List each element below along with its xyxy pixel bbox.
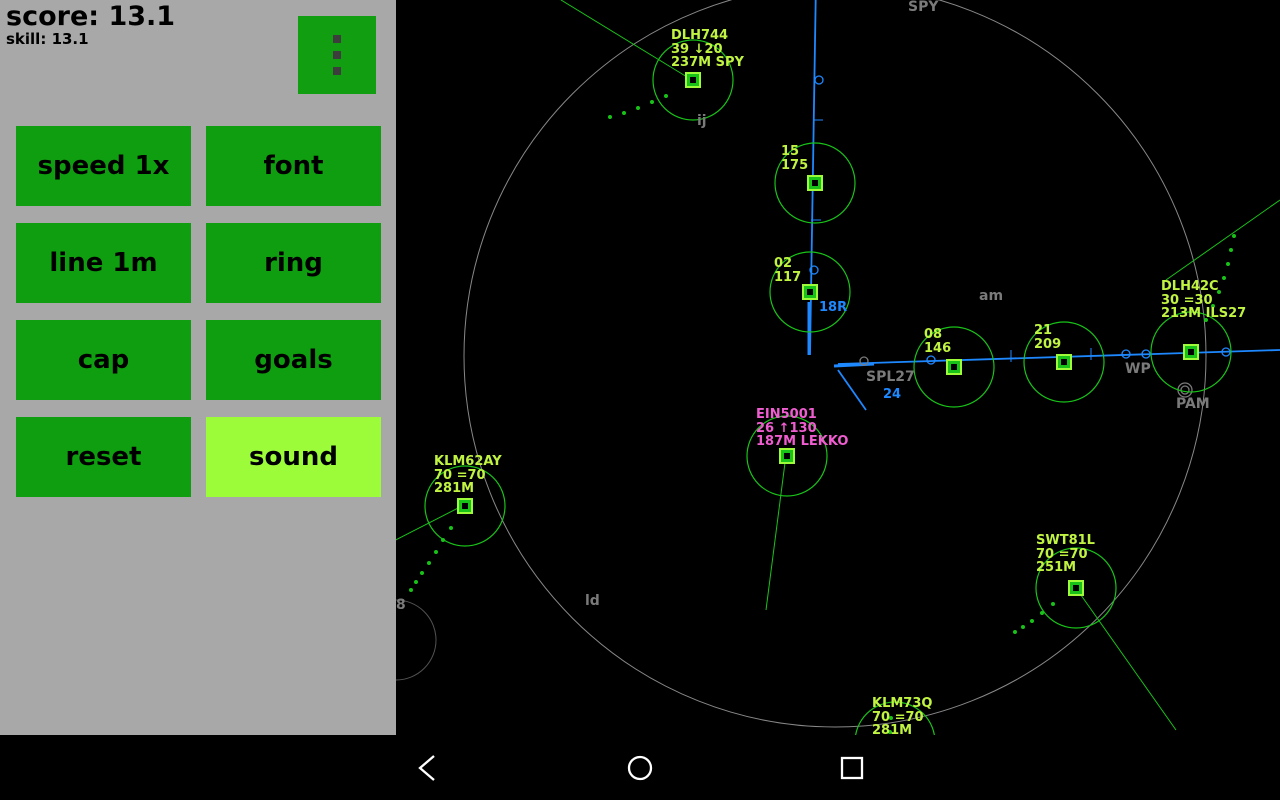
android-navbar xyxy=(0,735,1280,800)
sound-button[interactable]: sound xyxy=(206,417,381,497)
font-button[interactable]: font xyxy=(206,126,381,206)
radar-scope[interactable]: SPY ij am WP PAM ld 8 18R SPL27 24 DLH74… xyxy=(396,0,1280,735)
aircraft-ein5001[interactable] xyxy=(747,416,827,496)
aircraft-08[interactable] xyxy=(914,327,994,407)
menu-button[interactable] xyxy=(298,16,376,94)
menu-dots-icon xyxy=(333,51,341,59)
ring-button[interactable]: ring xyxy=(206,223,381,303)
recent-apps-icon[interactable] xyxy=(836,752,868,784)
skill-label: skill: xyxy=(6,30,52,48)
status-block: score: 13.1 skill: 13.1 xyxy=(6,0,175,48)
control-panel: score: 13.1 skill: 13.1 speed 1x font li… xyxy=(0,0,396,735)
aircraft-15[interactable] xyxy=(775,143,855,223)
speed-button[interactable]: speed 1x xyxy=(16,126,191,206)
menu-dots-icon xyxy=(333,67,341,75)
aircraft-dlh744[interactable] xyxy=(608,40,733,120)
button-grid: speed 1x font line 1m ring cap goals res… xyxy=(16,126,381,497)
aircraft-21[interactable] xyxy=(1024,322,1104,402)
menu-dots-icon xyxy=(333,35,341,43)
aircraft-klm62ay[interactable] xyxy=(409,466,505,592)
home-icon[interactable] xyxy=(624,752,656,784)
score-label: score: xyxy=(6,1,108,32)
goals-button[interactable]: goals xyxy=(206,320,381,400)
cap-button[interactable]: cap xyxy=(16,320,191,400)
back-icon[interactable] xyxy=(412,752,444,784)
line-button[interactable]: line 1m xyxy=(16,223,191,303)
aircraft-swt81l[interactable] xyxy=(1013,548,1116,634)
reset-button[interactable]: reset xyxy=(16,417,191,497)
score-value: 13.1 xyxy=(108,1,175,32)
aircraft-dlh42c[interactable] xyxy=(1151,234,1236,392)
skill-value: 13.1 xyxy=(52,30,89,48)
aircraft-klm73q[interactable] xyxy=(855,702,935,735)
